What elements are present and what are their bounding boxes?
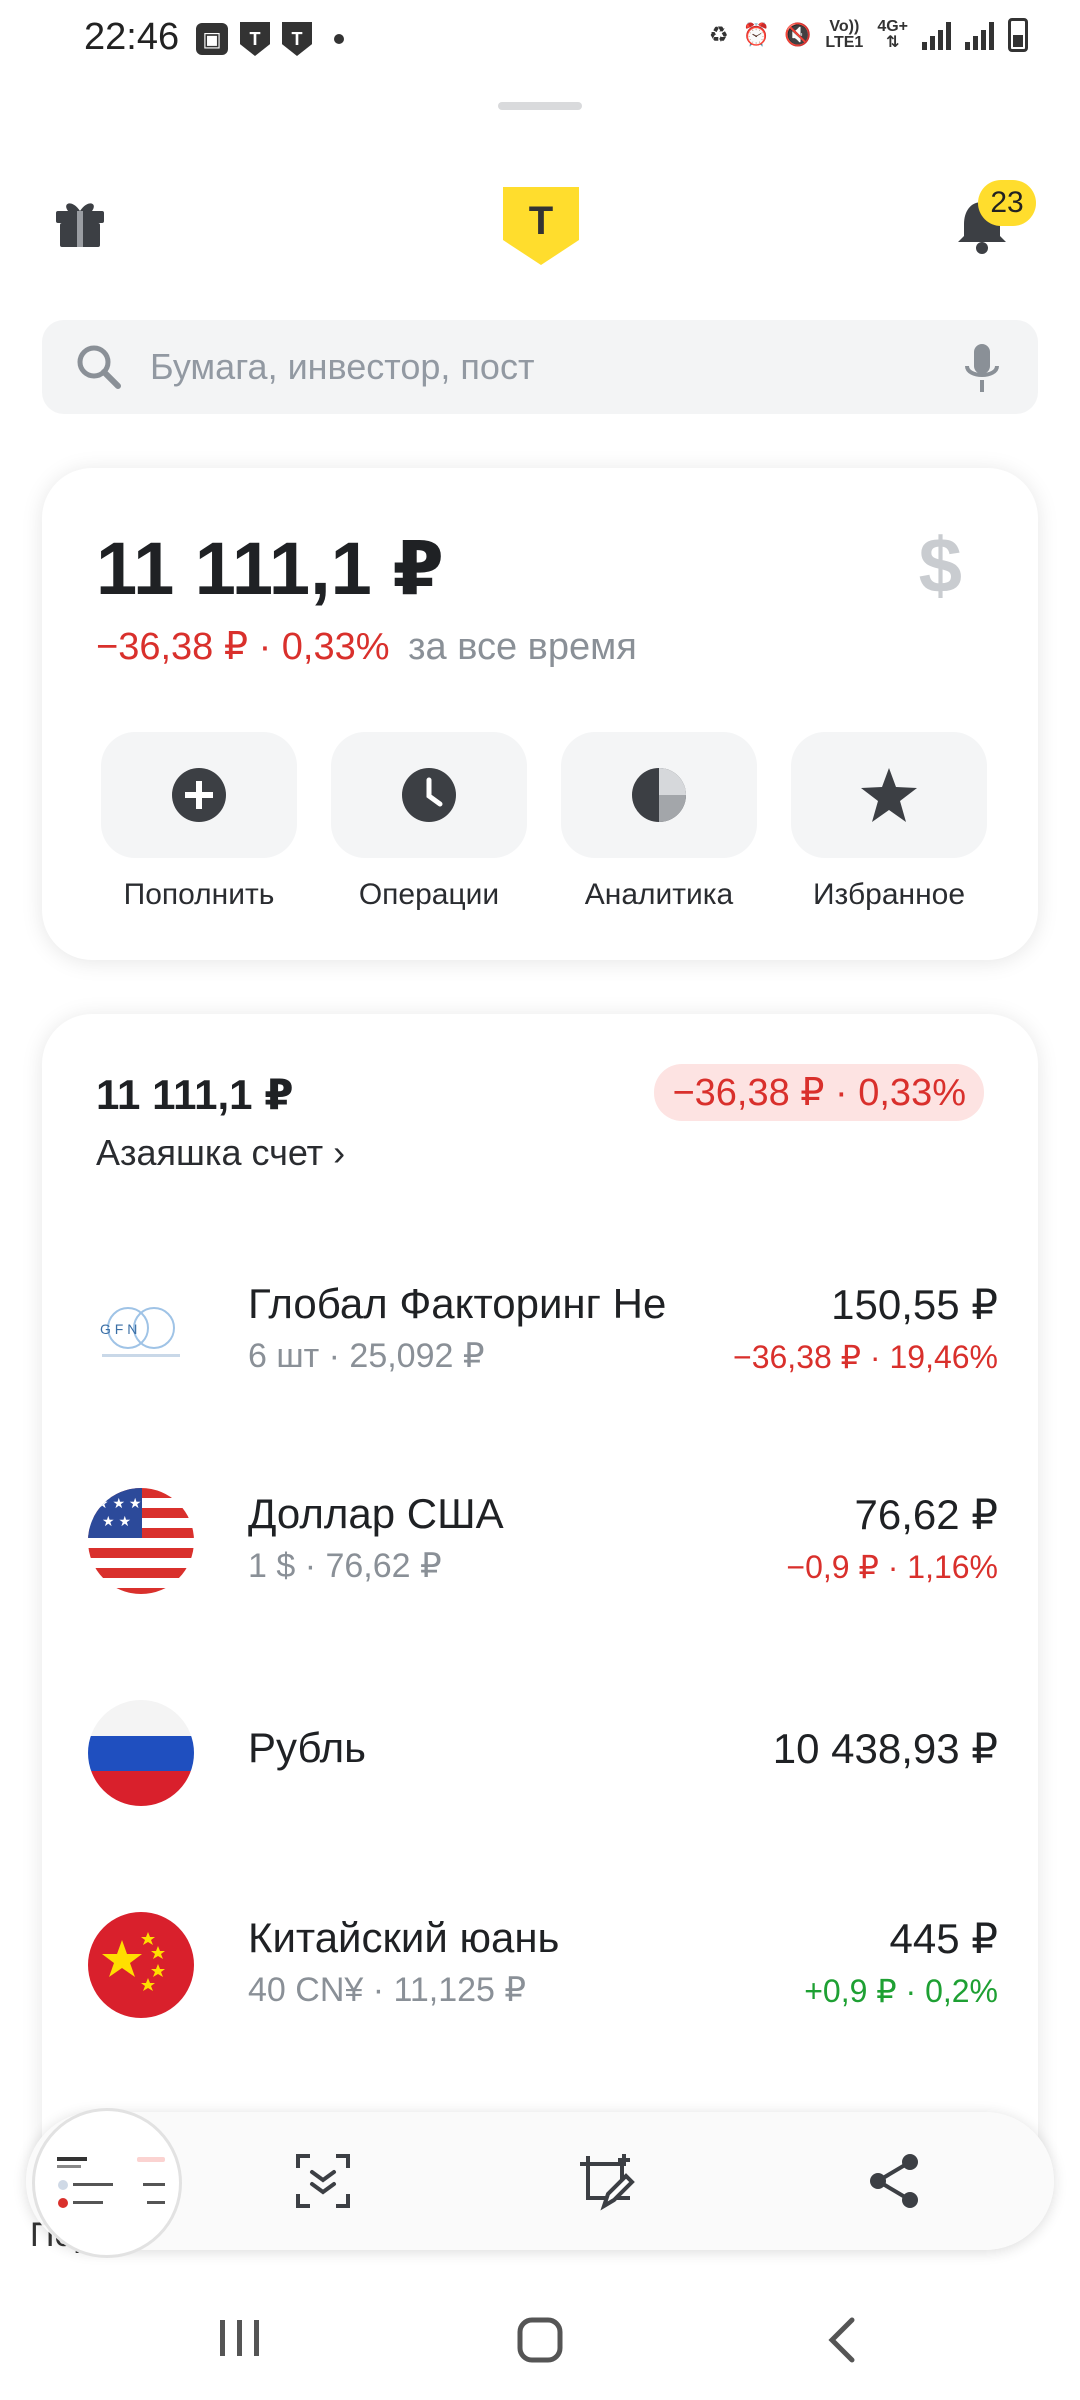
gallery-icon: ▣ [196,23,228,55]
us-flag-icon: ★ ★ ★ ★ ★ [88,1488,194,1594]
action-top-up[interactable]: Пополнить [94,732,304,912]
action-analytics-button[interactable] [561,732,757,858]
portfolio-change: −36,38 ₽ · 0,33% за все время [96,624,637,669]
battery-icon [1008,18,1028,52]
position-name: Глобал Факторинг Не [248,1280,667,1327]
position-change: −0,9 ₽ · 1,16% [786,1549,998,1585]
position-quantity: 6 шт · 25,092 ₽ [248,1337,485,1375]
microphone-icon[interactable] [962,342,1002,394]
star-icon [861,768,917,822]
network-type-icon: 4G+ ⇅ [877,18,908,51]
china-flag-icon [88,1912,194,2018]
battery-saver-icon: ♻ [708,22,729,47]
position-name: Доллар США [248,1490,504,1537]
portfolio-summary-card: 11 111,1 ₽ $ −36,38 ₽ · 0,33% за все вре… [42,468,1038,960]
currency-switch-icon[interactable]: $ [919,520,962,611]
screen: 22:46 ▣ T T ♻ ⏰ 🔇 Vo)) LTE1 4G+ ⇅ T 23 Б… [0,0,1080,2400]
pie-icon [632,768,686,822]
action-analytics[interactable]: Аналитика [554,732,764,912]
account-change-badge: −36,38 ₽ · 0,33% [654,1064,984,1121]
account-total: 11 111,1 ₽ [96,1071,294,1118]
status-notification-icons: ▣ T T [196,22,344,56]
action-label: Пополнить [123,878,275,911]
quick-actions: Пополнить Операции Аналитика Избранное [94,732,994,912]
tinkoff-logo[interactable]: T [503,187,579,265]
position-quantity: 40 CN¥ · 11,125 ₽ [248,1971,527,2009]
plus-icon [172,768,226,822]
position-change: −36,38 ₽ · 19,46% [733,1339,998,1375]
svg-text:★ ★: ★ ★ [102,1513,131,1529]
position-name: Рубль [248,1724,367,1771]
position-row-usd[interactable]: ★ ★ ★ ★ ★ Доллар США 1 $ · 76,62 ₽ 76,62… [42,1478,1038,1598]
gift-icon[interactable] [52,195,108,251]
action-operations[interactable]: Операции [324,732,534,912]
svg-text:★ ★ ★: ★ ★ ★ [96,1495,141,1511]
account-name-link[interactable]: Азаяшка счет › [96,1132,345,1174]
screenshot-thumbnail[interactable] [32,2108,182,2258]
crop-edit-icon[interactable] [574,2150,636,2212]
tinkoff-notification-icon: T [282,22,312,56]
status-system-icons: ♻ ⏰ 🔇 Vo)) LTE1 4G+ ⇅ [709,18,1028,52]
clock-icon [402,768,456,822]
position-row-gfn[interactable]: G F N Глобал Факторинг Не 6 шт · 25,092 … [42,1268,1038,1388]
screenshot-toolbar [26,2108,1054,2258]
position-row-cny[interactable]: Китайский юань 40 CN¥ · 11,125 ₽ 445 ₽ +… [42,1902,1038,2022]
position-change: +0,9 ₽ · 0,2% [804,1973,998,2009]
android-nav-bar [0,2270,1080,2400]
gfn-logo: G F N [88,1278,194,1384]
action-top-up-button[interactable] [101,732,297,858]
position-value: 76,62 ₽ [854,1491,999,1538]
signal-icon [965,20,994,50]
action-label: Операции [358,878,500,911]
more-notifications-icon [334,34,344,44]
signal-icon [922,20,951,50]
portfolio-total: 11 111,1 ₽ [96,527,444,610]
action-label: Избранное [812,878,966,911]
status-bar: 22:46 ▣ T T ♻ ⏰ 🔇 Vo)) LTE1 4G+ ⇅ [0,0,1080,80]
home-icon[interactable] [516,2316,564,2364]
position-value: 150,55 ₽ [831,1281,998,1328]
portfolio-change-value: −36,38 ₽ · 0,33% [96,626,390,668]
svg-text:G F N: G F N [100,1321,137,1337]
drag-handle[interactable] [498,102,582,110]
action-favorites-button[interactable] [791,732,987,858]
back-icon[interactable] [822,2316,862,2364]
account-card: 11 111,1 ₽ −36,38 ₽ · 0,33% Азаяшка счет… [42,1014,1038,2214]
volte-icon: Vo)) LTE1 [825,18,864,51]
search-bar[interactable] [42,320,1038,414]
action-favorites[interactable]: Избранное [784,732,994,912]
position-value: 445 ₽ [889,1915,998,1962]
position-value: 10 438,93 ₽ [772,1725,998,1772]
recent-apps-icon[interactable] [216,2316,264,2360]
portfolio-change-period[interactable]: за все время [408,626,637,668]
search-icon [77,345,121,389]
tinkoff-notification-icon: T [240,22,270,56]
position-name: Китайский юань [248,1914,560,1961]
share-icon[interactable] [864,2150,926,2212]
logo-letter: T [528,199,554,243]
status-time: 22:46 [84,16,180,58]
search-input[interactable] [150,346,910,388]
action-operations-button[interactable] [331,732,527,858]
position-quantity: 1 $ · 76,62 ₽ [248,1547,442,1585]
action-label: Аналитика [584,878,734,911]
notifications-badge: 23 [978,180,1036,226]
alarm-icon: ⏰ [742,22,770,47]
thumbnail-preview-image [53,2151,171,2221]
russia-flag-icon [88,1700,194,1806]
mute-icon: 🔇 [783,22,812,47]
position-row-rub[interactable]: Рубль 10 438,93 ₽ [42,1690,1038,1810]
scroll-capture-icon[interactable] [292,2150,354,2212]
